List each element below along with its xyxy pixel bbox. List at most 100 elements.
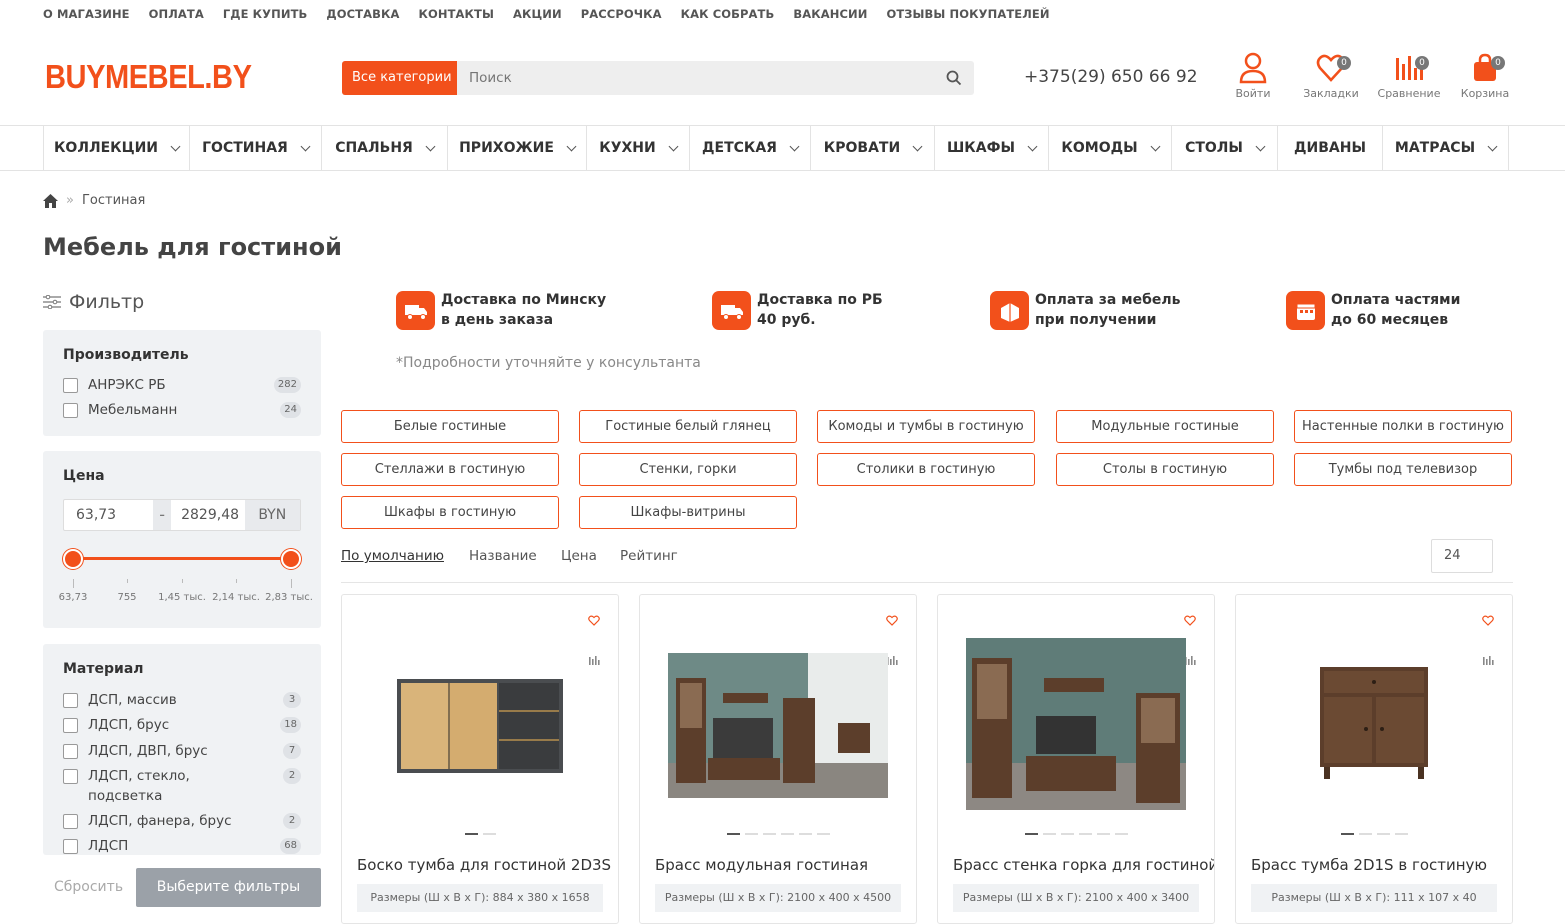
product-card[interactable]: Брасс стенка горка для гостиной Размеры … (937, 594, 1215, 924)
category-tag[interactable]: Модульные гостиные (1056, 410, 1274, 443)
nav-wardrobes[interactable]: ШКАФЫ (934, 126, 1048, 170)
category-tag[interactable]: Шкафы-витрины (579, 496, 797, 529)
category-tag[interactable]: Настенные полки в гостиную (1294, 410, 1512, 443)
topnav-vacancies[interactable]: ВАКАНСИИ (793, 7, 867, 21)
sort-rating[interactable]: Рейтинг (620, 548, 678, 564)
checkbox[interactable] (63, 814, 78, 829)
dot[interactable] (1096, 833, 1110, 835)
material-option[interactable]: ЛДСП, брус 18 (63, 717, 301, 735)
dot[interactable] (1024, 833, 1038, 835)
checkbox[interactable] (63, 769, 78, 784)
nav-tables[interactable]: СТОЛЫ (1171, 126, 1277, 170)
product-card[interactable]: Брасс модульная гостиная Размеры (Ш х В … (639, 594, 917, 924)
search-input[interactable] (457, 61, 934, 95)
dot[interactable] (1340, 833, 1354, 835)
category-tag[interactable]: Комоды и тумбы в гостиную (817, 410, 1035, 443)
material-option[interactable]: ЛДСП, ДВП, брус 7 (63, 743, 301, 761)
nav-collections[interactable]: КОЛЛЕКЦИИ (43, 126, 189, 170)
topnav-reviews[interactable]: ОТЗЫВЫ ПОКУПАТЕЛЕЙ (886, 7, 1049, 21)
heart-icon[interactable] (1482, 611, 1494, 630)
phone-number[interactable]: +375(29) 650 66 92 (1024, 67, 1198, 87)
reset-filters-button[interactable]: Сбросить (54, 879, 123, 895)
product-name[interactable]: Брасс тумба 2D1S в гостиную (1251, 856, 1487, 874)
category-tag[interactable]: Шкафы в гостиную (341, 496, 559, 529)
sort-price[interactable]: Цена (561, 548, 597, 564)
dot[interactable] (1078, 833, 1092, 835)
product-image[interactable] (640, 653, 916, 798)
category-tag[interactable]: Стенки, горки (579, 453, 797, 486)
apply-filters-button[interactable]: Выберите фильтры (136, 868, 321, 907)
topnav-installments[interactable]: РАССРОЧКА (581, 7, 662, 21)
dot[interactable] (1394, 833, 1408, 835)
material-option[interactable]: ДСП, массив 3 (63, 692, 301, 710)
checkbox[interactable] (63, 718, 78, 733)
category-tag[interactable]: Белые гостиные (341, 410, 559, 443)
cart-button[interactable]: 0 Корзина (1450, 52, 1520, 100)
compare-button[interactable]: 0 Сравнение (1374, 52, 1444, 100)
product-card[interactable]: Брасс тумба 2D1S в гостиную Размеры (Ш х… (1235, 594, 1513, 924)
compare-icon[interactable] (588, 651, 600, 670)
nav-beds[interactable]: КРОВАТИ (810, 126, 934, 170)
category-tag[interactable]: Столы в гостиную (1056, 453, 1274, 486)
home-icon[interactable] (43, 193, 58, 208)
dot[interactable] (1358, 833, 1372, 835)
topnav-delivery[interactable]: ДОСТАВКА (326, 7, 399, 21)
topnav-promotions[interactable]: АКЦИИ (513, 7, 562, 21)
dot[interactable] (1042, 833, 1056, 835)
product-image[interactable] (342, 677, 618, 777)
product-name[interactable]: Брасс модульная гостиная (655, 856, 868, 874)
price-slider-track[interactable] (73, 557, 291, 560)
product-name[interactable]: Брасс стенка горка для гостиной (953, 856, 1214, 874)
dot[interactable] (780, 833, 794, 835)
dot[interactable] (1376, 833, 1390, 835)
manufacturer-option[interactable]: Мебельманн 24 (63, 402, 301, 420)
bookmarks-button[interactable]: 0 Закладки (1296, 52, 1366, 100)
sort-default[interactable]: По умолчанию (341, 548, 444, 564)
nav-bedroom[interactable]: СПАЛЬНЯ (321, 126, 447, 170)
dot[interactable] (798, 833, 812, 835)
manufacturer-option[interactable]: АНРЭКС РБ 282 (63, 377, 301, 395)
checkbox[interactable] (63, 839, 78, 854)
nav-kitchen[interactable]: КУХНИ (586, 126, 689, 170)
nav-kids[interactable]: ДЕТСКАЯ (689, 126, 810, 170)
price-slider-max-handle[interactable] (281, 549, 301, 569)
category-tag[interactable]: Тумбы под телевизор (1294, 453, 1512, 486)
login-button[interactable]: Войти (1218, 52, 1288, 100)
per-page-select[interactable]: 24 (1431, 539, 1493, 573)
material-option[interactable]: ЛДСП, стекло, подсветка 2 (63, 768, 301, 806)
topnav-contacts[interactable]: КОНТАКТЫ (418, 7, 494, 21)
category-tag[interactable]: Столики в гостиную (817, 453, 1035, 486)
product-image[interactable] (938, 638, 1214, 810)
material-option[interactable]: ЛДСП 68 (63, 838, 301, 855)
checkbox[interactable] (63, 378, 78, 393)
price-min-input[interactable]: 63,73 (64, 500, 153, 530)
category-tag[interactable]: Стеллажи в гостиную (341, 453, 559, 486)
checkbox[interactable] (63, 693, 78, 708)
product-name[interactable]: Боско тумба для гостиной 2D3S (357, 856, 611, 874)
topnav-where-to-buy[interactable]: ГДЕ КУПИТЬ (223, 7, 308, 21)
dot[interactable] (762, 833, 776, 835)
nav-living-room[interactable]: ГОСТИНАЯ (189, 126, 321, 170)
sort-name[interactable]: Название (469, 548, 537, 564)
topnav-about[interactable]: О МАГАЗИНЕ (43, 7, 130, 21)
dot[interactable] (744, 833, 758, 835)
dot[interactable] (726, 833, 740, 835)
nav-hallway[interactable]: ПРИХОЖИЕ (447, 126, 586, 170)
category-tag[interactable]: Гостиные белый глянец (579, 410, 797, 443)
topnav-assembly[interactable]: КАК СОБРАТЬ (681, 7, 775, 21)
nav-mattresses[interactable]: МАТРАСЫ (1382, 126, 1509, 170)
material-option[interactable]: ЛДСП, фанера, брус 2 (63, 813, 301, 831)
site-logo[interactable]: BUYMEBEL.BY (45, 58, 252, 96)
checkbox[interactable] (63, 403, 78, 418)
heart-icon[interactable] (588, 611, 600, 630)
nav-dressers[interactable]: КОМОДЫ (1048, 126, 1171, 170)
checkbox[interactable] (63, 744, 78, 759)
topnav-payment[interactable]: ОПЛАТА (149, 7, 204, 21)
heart-icon[interactable] (886, 611, 898, 630)
dot[interactable] (1060, 833, 1074, 835)
search-icon[interactable] (934, 61, 974, 95)
dot[interactable] (464, 833, 478, 835)
dot[interactable] (816, 833, 830, 835)
product-card[interactable]: Боско тумба для гостиной 2D3S Размеры (Ш… (341, 594, 619, 924)
dot[interactable] (482, 833, 496, 835)
